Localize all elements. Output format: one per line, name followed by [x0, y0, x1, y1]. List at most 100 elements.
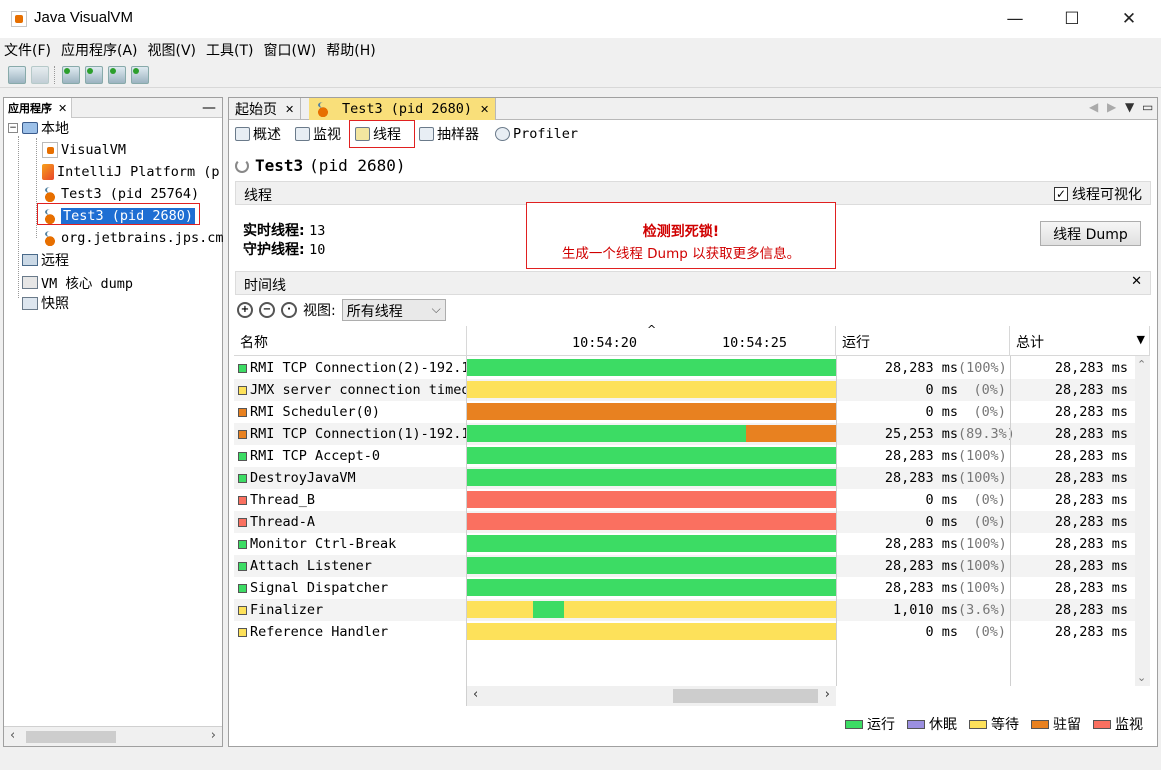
- maximize-icon[interactable]: ▭: [1142, 100, 1153, 114]
- scroll-down-icon[interactable]: ⌄: [1137, 671, 1146, 684]
- add-jmx-connection-icon[interactable]: [62, 65, 80, 84]
- tree-node-label: 快照: [41, 296, 69, 312]
- thread-name: Monitor Ctrl-Break: [250, 536, 397, 552]
- table-row[interactable]: RMI TCP Connection(1)-192.1 25,253 ms (89.…: [234, 423, 1135, 445]
- column-menu-icon[interactable]: ▼: [1137, 333, 1145, 346]
- tab-sampler[interactable]: 抽样器: [419, 124, 479, 144]
- zoom-fit-icon[interactable]: ·: [281, 302, 297, 318]
- tab-profiler[interactable]: Profiler: [495, 124, 578, 144]
- tab-monitor[interactable]: 监视: [295, 124, 341, 144]
- table-row[interactable]: DestroyJavaVM 28,283 ms (100%) 28,283 ms: [234, 467, 1135, 489]
- scroll-left-icon[interactable]: ‹: [10, 728, 15, 743]
- tree-node-remote[interactable]: 远程: [22, 250, 69, 270]
- table-row[interactable]: RMI Scheduler(0) 0 ms (0%) 28,283 ms: [234, 401, 1135, 423]
- minimize-icon[interactable]: —: [202, 100, 216, 116]
- total-time-cell: 28,283 ms: [1054, 426, 1128, 442]
- timeline-segment-running: [467, 425, 746, 442]
- applications-tab[interactable]: 应用程序 ✕: [4, 98, 73, 118]
- zoom-out-icon[interactable]: −: [259, 302, 275, 318]
- tab-scroll-right-icon[interactable]: ▶: [1107, 100, 1116, 114]
- close-button[interactable]: ✕: [1100, 0, 1158, 38]
- tree-node-visualvm[interactable]: VisualVM: [42, 140, 126, 160]
- table-row[interactable]: RMI TCP Accept-0 28,283 ms (100%) 28,283 ms: [234, 445, 1135, 467]
- menu-help[interactable]: 帮助(H): [326, 40, 375, 60]
- timeline-segment-running: [467, 469, 836, 486]
- close-icon[interactable]: ✕: [480, 103, 489, 116]
- table-row[interactable]: RMI TCP Connection(2)-192.1 28,283 ms (100…: [234, 357, 1135, 379]
- scrollbar-thumb[interactable]: [26, 731, 116, 743]
- tree-node-jps[interactable]: org.jetbrains.jps.cm: [42, 228, 224, 248]
- time-tick-label: 10:54:20: [572, 335, 638, 351]
- menu-file[interactable]: 文件(F): [4, 40, 51, 60]
- tree-node-test3-25764[interactable]: Test3 (pid 25764): [42, 184, 199, 204]
- scroll-left-icon[interactable]: ‹: [473, 687, 478, 702]
- column-header-total[interactable]: 总计 ▼: [1010, 326, 1150, 356]
- tab-list-icon[interactable]: ▼: [1125, 100, 1134, 114]
- tree-node-local[interactable]: − 本地: [8, 118, 69, 138]
- thread-name: Attach Listener: [250, 558, 372, 574]
- tab-scroll-left-icon[interactable]: ◀: [1089, 100, 1098, 114]
- chevron-down-icon: ⌵: [431, 302, 441, 316]
- table-row[interactable]: Reference Handler 0 ms (0%) 28,283 ms: [234, 621, 1135, 643]
- column-header-timeline[interactable]: 10:54:20 10:54:25 ^: [467, 323, 836, 356]
- maximize-button[interactable]: ☐: [1043, 0, 1101, 38]
- checkbox-checked-icon[interactable]: ✓: [1054, 187, 1068, 201]
- table-row[interactable]: JMX server connection timeo 0 ms (0%) 28,28…: [234, 379, 1135, 401]
- menu-bar: 文件(F) 应用程序(A) 视图(V) 工具(T) 窗口(W) 帮助(H): [0, 38, 1161, 62]
- horizontal-scrollbar[interactable]: ‹ ›: [4, 726, 222, 746]
- running-time-cell: 28,283 ms (100%): [838, 357, 1010, 379]
- header-label: 名称: [240, 335, 268, 351]
- save-icon[interactable]: [31, 65, 49, 84]
- tab-overview[interactable]: 概述: [235, 124, 281, 144]
- running-time-value: 0 ms: [925, 404, 958, 420]
- minimize-button[interactable]: —: [986, 0, 1044, 38]
- add-vm-coredump-icon[interactable]: [108, 65, 126, 84]
- tab-test3[interactable]: Test3 (pid 2680) ✕: [309, 98, 497, 120]
- table-row[interactable]: Finalizer 1,010 ms (3.6%) 28,283 ms: [234, 599, 1135, 621]
- thread-dump-button[interactable]: 线程 Dump: [1040, 221, 1141, 246]
- visualize-threads-checkbox[interactable]: ✓ 线程可视化: [1054, 184, 1142, 204]
- table-row[interactable]: Thread-A 0 ms (0%) 28,283 ms: [234, 511, 1135, 533]
- table-row[interactable]: Thread_B 0 ms (0%) 28,283 ms: [234, 489, 1135, 511]
- table-row[interactable]: Signal Dispatcher 28,283 ms (100%) 28,283 m…: [234, 577, 1135, 599]
- menu-applications[interactable]: 应用程序(A): [61, 40, 138, 60]
- menu-view[interactable]: 视图(V): [148, 40, 197, 60]
- vertical-scrollbar[interactable]: ⌃ ⌄: [1135, 356, 1150, 686]
- process-name: Test3: [255, 156, 304, 175]
- tab-start-page[interactable]: 起始页 ✕: [229, 98, 302, 120]
- table-row[interactable]: Attach Listener 28,283 ms (100%) 28,283 ms: [234, 555, 1135, 577]
- thread-name: RMI Scheduler(0): [250, 404, 381, 420]
- tab-label: 抽样器: [437, 127, 479, 143]
- tree-node-label: VisualVM: [61, 142, 127, 158]
- menu-tools[interactable]: 工具(T): [206, 40, 253, 60]
- view-tabs: 概述 监视 线程 抽样器 Profiler: [229, 120, 1157, 148]
- clock-icon: [495, 127, 510, 141]
- scrollbar-thumb[interactable]: [673, 689, 818, 703]
- zoom-in-icon[interactable]: +: [237, 302, 253, 318]
- close-icon[interactable]: ✕: [1131, 274, 1142, 289]
- column-header-running[interactable]: 运行: [836, 326, 1010, 356]
- column-header-name[interactable]: 名称: [234, 326, 467, 356]
- tree-node-coredump[interactable]: VM 核心 dump: [22, 272, 133, 292]
- thread-name-cell: RMI TCP Accept-0: [234, 445, 466, 467]
- add-remote-host-icon[interactable]: [85, 65, 103, 84]
- close-icon[interactable]: ✕: [285, 103, 294, 116]
- overview-icon: [235, 127, 250, 141]
- running-percent: (89.3%): [958, 426, 1015, 442]
- close-icon[interactable]: ✕: [58, 102, 67, 115]
- running-percent: (100%): [958, 580, 1007, 596]
- table-row[interactable]: Monitor Ctrl-Break 28,283 ms (100%) 28,283 …: [234, 533, 1135, 555]
- scroll-right-icon[interactable]: ›: [825, 687, 830, 702]
- snapshot-icon: [22, 296, 38, 310]
- tree-node-intellij[interactable]: IntelliJ Platform (p: [42, 162, 220, 182]
- view-select[interactable]: 所有线程 ⌵: [341, 299, 446, 321]
- timeline-horizontal-scrollbar[interactable]: ‹ ›: [467, 686, 836, 706]
- menu-window[interactable]: 窗口(W): [264, 40, 317, 60]
- scroll-up-icon[interactable]: ⌃: [1137, 358, 1146, 371]
- tree-node-snapshots[interactable]: 快照: [22, 293, 69, 313]
- scroll-right-icon[interactable]: ›: [211, 728, 216, 743]
- legend-item-wait: 等待: [969, 714, 1019, 734]
- load-snapshot-icon[interactable]: [8, 65, 26, 84]
- add-snapshot-icon[interactable]: [131, 65, 149, 84]
- collapse-icon[interactable]: −: [8, 123, 18, 133]
